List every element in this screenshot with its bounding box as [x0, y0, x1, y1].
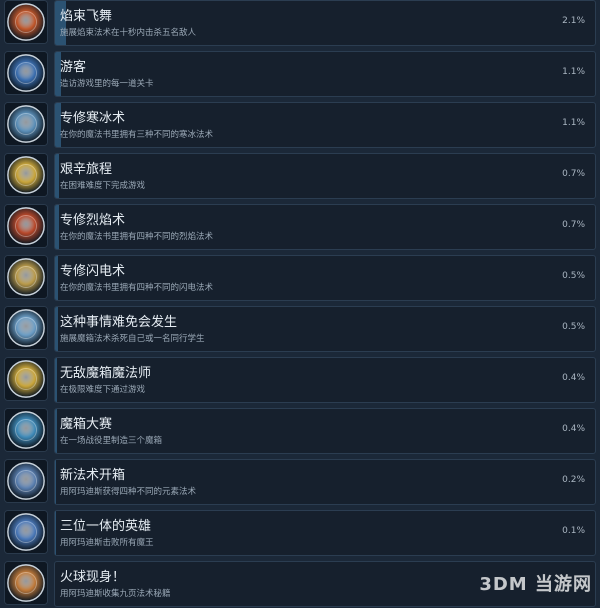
achievement-description: 在极限难度下通过游戏 [60, 385, 146, 395]
achievement-row[interactable]: 焰束飞舞施展焰束法术在十秒内击杀五名敌人 2.1% [0, 0, 600, 47]
unlock-rate-bar [55, 409, 58, 453]
unlock-rate-bar [55, 154, 59, 198]
unlock-rate-bar [55, 511, 56, 555]
magic-chest-icon [4, 306, 48, 350]
achievement-panel: 新法术开箱用阿玛迪斯获得四种不同的元素法术 0.2% [54, 459, 596, 505]
unlock-percent: 0.1% [562, 526, 585, 536]
ice-book-icon [4, 102, 48, 146]
achievement-row[interactable]: 专修烈焰术在你的魔法书里拥有四种不同的烈焰法术 0.7% [0, 204, 600, 251]
achievement-description: 造访游戏里的每一道关卡 [60, 79, 154, 89]
achievement-panel: 这种事情难免会发生施展魔箱法术杀死自己或一名同行学生 0.5% [54, 306, 596, 352]
achievement-title: 专修寒冰术 [60, 111, 126, 126]
achievement-title: 无敌魔箱魔法师 [60, 366, 152, 381]
unlock-percent: 0.5% [562, 271, 585, 281]
fire-book-icon [4, 204, 48, 248]
achievement-description: 施展魔箱法术杀死自己或一名同行学生 [60, 334, 205, 344]
spellbook-icon [4, 459, 48, 503]
achievement-row[interactable]: 专修闪电术在你的魔法书里拥有四种不同的闪电法术 0.5% [0, 255, 600, 302]
unlock-percent: 1.1% [562, 118, 585, 128]
unlock-rate-bar [55, 205, 59, 249]
achievement-title: 火球现身！ [60, 570, 126, 585]
unlock-percent: 0.7% [562, 169, 585, 179]
achievement-title: 新法术开箱 [60, 468, 126, 483]
laurel-crown-icon [4, 153, 48, 197]
achievement-title: 魔箱大赛 [60, 417, 113, 432]
achievement-row[interactable]: 魔箱大赛在一场战役里制造三个魔箱 0.4% [0, 408, 600, 455]
achievement-panel: 游客造访游戏里的每一道关卡 1.1% [54, 51, 596, 97]
scroll-pile-icon [4, 561, 48, 605]
achievement-title: 艰辛旅程 [60, 162, 113, 177]
achievement-description: 在一场战役里制造三个魔箱 [60, 436, 163, 446]
unlock-rate-bar [55, 307, 58, 351]
achievement-panel: 艰辛旅程在困难难度下完成游戏 0.7% [54, 153, 596, 199]
achievement-panel: 专修烈焰术在你的魔法书里拥有四种不同的烈焰法术 0.7% [54, 204, 596, 250]
achievement-row[interactable]: 艰辛旅程在困难难度下完成游戏 0.7% [0, 153, 600, 200]
achievement-row[interactable]: 无敌魔箱魔法师在极限难度下通过游戏 0.4% [0, 357, 600, 404]
achievement-row[interactable]: 专修寒冰术在你的魔法书里拥有三种不同的寒冰法术 1.1% [0, 102, 600, 149]
laurel-crown-icon [4, 357, 48, 401]
unlock-rate-bar [55, 256, 58, 300]
achievement-panel: 三位一体的英雄用阿玛迪斯击败所有魔王 0.1% [54, 510, 596, 556]
flame-streak-icon [4, 0, 48, 44]
achievement-description: 在你的魔法书里拥有四种不同的烈焰法术 [60, 232, 214, 242]
hero-trio-icon [4, 510, 48, 554]
achievement-description: 在困难难度下完成游戏 [60, 181, 146, 191]
unlock-percent: 1.1% [562, 67, 585, 77]
achievement-panel: 专修闪电术在你的魔法书里拥有四种不同的闪电法术 0.5% [54, 255, 596, 301]
achievement-description: 用阿玛迪斯击败所有魔王 [60, 538, 154, 548]
unlock-percent: 0.4% [562, 373, 585, 383]
globe-icon [4, 51, 48, 95]
achievement-description: 施展焰束法术在十秒内击杀五名敌人 [60, 28, 197, 38]
achievement-panel: 焰束飞舞施展焰束法术在十秒内击杀五名敌人 2.1% [54, 0, 596, 46]
achievement-description: 用阿玛迪斯收集九页法术秘籍 [60, 589, 171, 599]
achievement-title: 专修闪电术 [60, 264, 126, 279]
unlock-percent: 2.1% [562, 16, 585, 26]
achievement-description: 在你的魔法书里拥有三种不同的寒冰法术 [60, 130, 214, 140]
watermark-logo: 3DM 当游网 [479, 574, 592, 595]
achievement-title: 三位一体的英雄 [60, 519, 152, 534]
achievement-description: 在你的魔法书里拥有四种不同的闪电法术 [60, 283, 214, 293]
achievement-panel: 专修寒冰术在你的魔法书里拥有三种不同的寒冰法术 1.1% [54, 102, 596, 148]
achievement-row[interactable]: 这种事情难免会发生施展魔箱法术杀死自己或一名同行学生 0.5% [0, 306, 600, 353]
magic-box-icon [4, 408, 48, 452]
achievement-row[interactable]: 新法术开箱用阿玛迪斯获得四种不同的元素法术 0.2% [0, 459, 600, 506]
unlock-rate-bar [55, 358, 58, 402]
achievement-title: 专修烈焰术 [60, 213, 126, 228]
achievement-row[interactable]: 三位一体的英雄用阿玛迪斯击败所有魔王 0.1% [0, 510, 600, 557]
unlock-percent: 0.2% [562, 475, 585, 485]
achievement-panel: 魔箱大赛在一场战役里制造三个魔箱 0.4% [54, 408, 596, 454]
achievement-description: 用阿玛迪斯获得四种不同的元素法术 [60, 487, 197, 497]
achievement-title: 这种事情难免会发生 [60, 315, 178, 330]
achievement-row[interactable]: 游客造访游戏里的每一道关卡 1.1% [0, 51, 600, 98]
unlock-percent: 0.5% [562, 322, 585, 332]
lightning-book-icon [4, 255, 48, 299]
achievement-title: 焰束飞舞 [60, 9, 113, 24]
unlock-percent: 0.7% [562, 220, 585, 230]
unlock-percent: 0.4% [562, 424, 585, 434]
unlock-rate-bar [55, 460, 57, 504]
achievement-panel: 无敌魔箱魔法师在极限难度下通过游戏 0.4% [54, 357, 596, 403]
achievement-title: 游客 [60, 60, 87, 75]
